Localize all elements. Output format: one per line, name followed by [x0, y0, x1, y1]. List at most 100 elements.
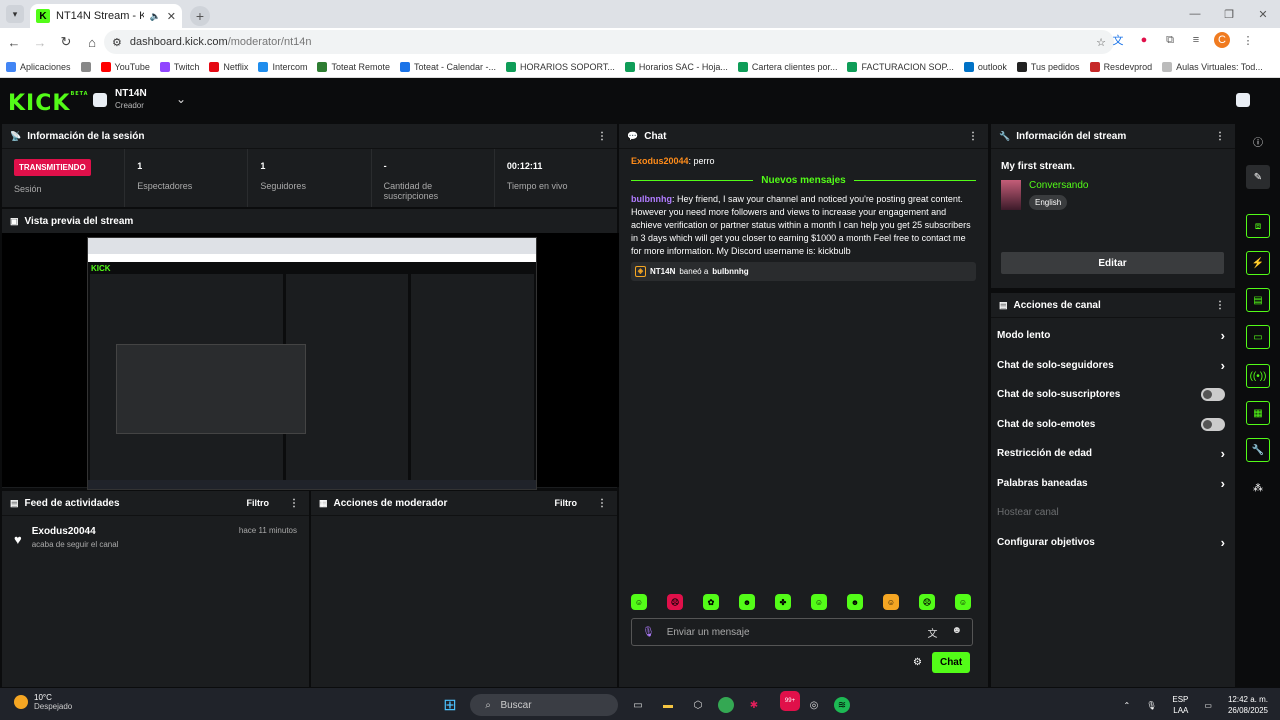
goals-item[interactable]: Configurar objetivos › [991, 528, 1235, 558]
age-restriction-item[interactable]: Restricción de edad › [991, 439, 1235, 469]
home-icon[interactable]: ⌂ [80, 30, 104, 54]
tab-search-icon[interactable]: ▾ [6, 5, 24, 23]
bookmark-amazon[interactable]: Tus pedidos [1016, 61, 1080, 72]
browser-menu-icon[interactable]: ⋮ [1240, 32, 1256, 48]
pencil-icon[interactable]: ✎ [1246, 165, 1270, 189]
github-icon[interactable]: ◎ [804, 695, 824, 715]
chat-username[interactable]: Exodus20044 [631, 156, 689, 166]
chrome-icon[interactable] [718, 697, 734, 713]
emote-icon[interactable]: ☺ [631, 594, 647, 610]
more-options-icon[interactable]: ⋮ [289, 498, 299, 509]
address-bar[interactable]: ⚙ dashboard.kick.com/moderator/nt14n ☆ [104, 30, 1114, 54]
wrench-icon[interactable]: 🔧 [1246, 438, 1270, 462]
clock[interactable]: 12:42 a. m. 26/08/2025 [1228, 694, 1268, 716]
crop-icon[interactable]: ⧈ [1246, 214, 1270, 238]
bookmark-toteat-calendar[interactable]: Toteat - Calendar -... [399, 61, 496, 72]
extension-icon[interactable]: ● [1136, 32, 1152, 48]
followers-only-item[interactable]: Chat de solo-seguidores › [991, 351, 1235, 381]
settings-gear-icon[interactable]: ⚙ [913, 657, 922, 668]
lightning-icon[interactable]: ⚡ [1246, 251, 1270, 275]
new-tab-button[interactable]: + [190, 6, 210, 26]
bookmark-grid-icon[interactable] [80, 61, 91, 72]
feed-filter-button[interactable]: Filtro [247, 498, 270, 508]
bookmark-facturacion[interactable]: FACTURACION SOP... [847, 61, 954, 72]
emote-icon[interactable]: ☻ [739, 594, 755, 610]
spotify-icon[interactable]: ≋ [834, 697, 850, 713]
bookmark-intercom[interactable]: Intercom [258, 61, 307, 72]
emote-icon[interactable]: ☹ [667, 594, 683, 610]
stream-preview-video[interactable]: KICK [2, 233, 619, 490]
bookmark-toteat-remote[interactable]: Toteat Remote [317, 61, 390, 72]
network-icon[interactable]: ▭ [1204, 701, 1212, 710]
forward-icon[interactable]: → [28, 30, 52, 54]
send-chat-button[interactable]: Chat [931, 652, 971, 673]
more-options-icon[interactable]: ⋮ [597, 131, 607, 142]
close-window-icon[interactable]: ✕ [1246, 0, 1280, 28]
banned-words-item[interactable]: Palabras baneadas › [991, 469, 1235, 499]
modactions-filter-button[interactable]: Filtro [555, 498, 578, 508]
site-info-icon[interactable]: ⚙ [112, 36, 122, 49]
back-icon[interactable]: ← [2, 30, 26, 54]
media-control-icon[interactable]: ≡ [1188, 32, 1204, 48]
microphone-icon[interactable]: 🎙 [1146, 701, 1156, 710]
translate-icon[interactable]: 文 [927, 625, 937, 640]
task-view-icon[interactable]: ▭ [628, 695, 648, 715]
emote-icon[interactable]: ☹ [919, 594, 935, 610]
info-icon[interactable]: ⓘ [1246, 129, 1270, 153]
taskbar-search[interactable]: ⌕ Buscar [470, 694, 618, 716]
emote-icon[interactable]: ☺ [883, 594, 899, 610]
puzzle-icon[interactable]: ⧉ [1162, 32, 1178, 48]
reload-icon[interactable]: ↻ [54, 30, 78, 54]
file-explorer-icon[interactable]: ▬ [658, 695, 678, 715]
translate-extension-icon[interactable]: 文 [1110, 32, 1126, 48]
chevron-up-icon[interactable]: ⌃ [1124, 701, 1131, 710]
emote-icon[interactable]: ✿ [703, 594, 719, 610]
bookmark-horarios-sac[interactable]: Horarios SAC - Hoja... [624, 61, 728, 72]
more-options-icon[interactable]: ⋮ [1215, 300, 1225, 311]
bookmark-horarios-soporte[interactable]: HORARIOS SOPORT... [506, 61, 615, 72]
windows-start-icon[interactable]: ⊞ [440, 695, 460, 715]
more-options-icon[interactable]: ⋮ [1215, 131, 1225, 142]
bookmark-netflix[interactable]: Netflix [209, 61, 248, 72]
more-options-icon[interactable]: ⋮ [597, 498, 607, 509]
bookmark-star-icon[interactable]: ☆ [1096, 36, 1106, 49]
weather-widget[interactable]: 10°C Despejado [14, 693, 72, 711]
bookmark-twitch[interactable]: Twitch [159, 61, 199, 72]
browser-tab[interactable]: K NT14N Stream - Kick Dashb 🔈 ✕ [30, 4, 182, 28]
app-icon[interactable]: ⬡ [688, 695, 708, 715]
channel-switcher-chevron-icon[interactable]: ⌄ [176, 92, 186, 106]
emotes-only-toggle[interactable] [1201, 417, 1225, 431]
minimize-icon[interactable]: — [1178, 0, 1212, 28]
broadcast-icon[interactable]: ((•)) [1246, 364, 1270, 388]
maximize-icon[interactable]: ❐ [1212, 0, 1246, 28]
chat-username[interactable]: bulbnnhg [631, 194, 672, 204]
close-tab-icon[interactable]: ✕ [167, 10, 176, 23]
chat-bubble-icon[interactable]: ▭ [1246, 325, 1270, 349]
emote-icon[interactable]: ☻ [847, 594, 863, 610]
speaker-icon[interactable]: 🔈 [150, 11, 161, 22]
emote-icon[interactable]: ✤ [775, 594, 791, 610]
clipboard-icon[interactable]: ▤ [1246, 288, 1270, 312]
layout-icon[interactable]: ▦ [1246, 401, 1270, 425]
kick-logo[interactable]: KICKBETA [8, 91, 89, 116]
bookmark-cartera[interactable]: Cartera clientes por... [737, 61, 837, 72]
emote-icon[interactable]: ☺ [955, 594, 971, 610]
emote-icon[interactable]: ☺ [811, 594, 827, 610]
slack-icon[interactable]: ✱ [744, 695, 764, 715]
discord-icon[interactable]: ◉99+ [774, 691, 800, 715]
nodes-icon[interactable]: ⁂ [1246, 476, 1270, 500]
slow-mode-item[interactable]: Modo lento › [991, 321, 1235, 351]
bookmark-youtube[interactable]: YouTube [100, 61, 150, 72]
language-indicator[interactable]: ESP LAA [1172, 694, 1188, 716]
bookmark-aulas[interactable]: Aulas Virtuales: Tod... [1162, 61, 1263, 72]
microphone-icon[interactable]: 🎙 [642, 627, 655, 638]
feed-username[interactable]: Exodus20044 [32, 526, 119, 537]
more-options-icon[interactable]: ⋮ [968, 131, 978, 142]
chat-input[interactable]: 🎙 Enviar un mensaje 文 ☻ [631, 618, 973, 646]
bookmark-outlook[interactable]: outlook [963, 61, 1007, 72]
bookmark-apps[interactable]: Aplicaciones [6, 61, 71, 72]
edit-stream-button[interactable]: Editar [1001, 252, 1224, 274]
bookmark-resdevprod[interactable]: Resdevprod [1089, 61, 1152, 72]
subs-only-toggle[interactable] [1201, 388, 1225, 402]
stream-category[interactable]: Conversando [1029, 180, 1088, 191]
